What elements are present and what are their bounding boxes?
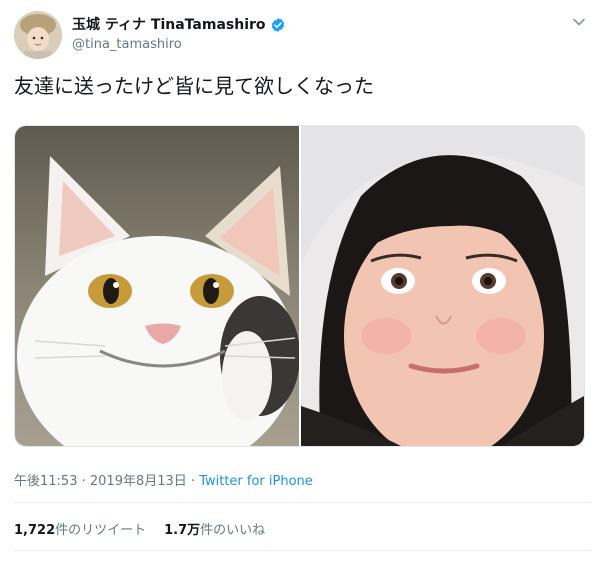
media-image-right[interactable] <box>301 126 584 446</box>
display-name-row[interactable]: 玉城 ティナ TinaTamashiro <box>72 16 286 34</box>
face-photo-icon <box>301 126 584 446</box>
likes-stat[interactable]: 1.7万件のいいね <box>164 523 265 538</box>
retweets-stat[interactable]: 1,722件のリツイート <box>14 523 146 538</box>
verified-badge-icon <box>271 18 284 32</box>
media-image-left[interactable] <box>15 126 299 446</box>
author-names: 玉城 ティナ TinaTamashiro @tina_tamashiro <box>72 16 286 54</box>
divider <box>14 502 590 503</box>
chevron-down-icon[interactable] <box>570 13 588 31</box>
tweet-meta: 午後11:53 · 2019年8月13日 · Twitter for iPhon… <box>14 470 313 489</box>
avatar[interactable] <box>14 11 62 59</box>
tweet-date[interactable]: 2019年8月13日 <box>90 474 187 489</box>
likes-count: 1.7万 <box>164 523 201 538</box>
avatar-photo-icon <box>14 11 62 59</box>
tweet-source-link[interactable]: Twitter for iPhone <box>199 474 313 489</box>
meta-separator: · <box>186 474 200 489</box>
likes-label: 件のいいね <box>200 523 266 538</box>
divider <box>14 550 590 551</box>
display-name[interactable]: 玉城 ティナ TinaTamashiro <box>72 16 266 34</box>
tweet-header: 玉城 ティナ TinaTamashiro @tina_tamashiro <box>14 11 590 59</box>
cat-photo-icon <box>15 126 299 446</box>
tweet-stats: 1,722件のリツイート 1.7万件のいいね <box>14 519 283 538</box>
meta-separator: · <box>77 474 90 489</box>
handle[interactable]: @tina_tamashiro <box>72 36 286 54</box>
retweets-count: 1,722 <box>14 523 56 538</box>
retweets-label: 件のリツイート <box>55 523 147 538</box>
tweet-text: 友達に送ったけど皆に見て欲しくなった <box>14 74 374 98</box>
tweet-time[interactable]: 午後11:53 <box>14 474 77 489</box>
media-grid <box>14 125 585 447</box>
